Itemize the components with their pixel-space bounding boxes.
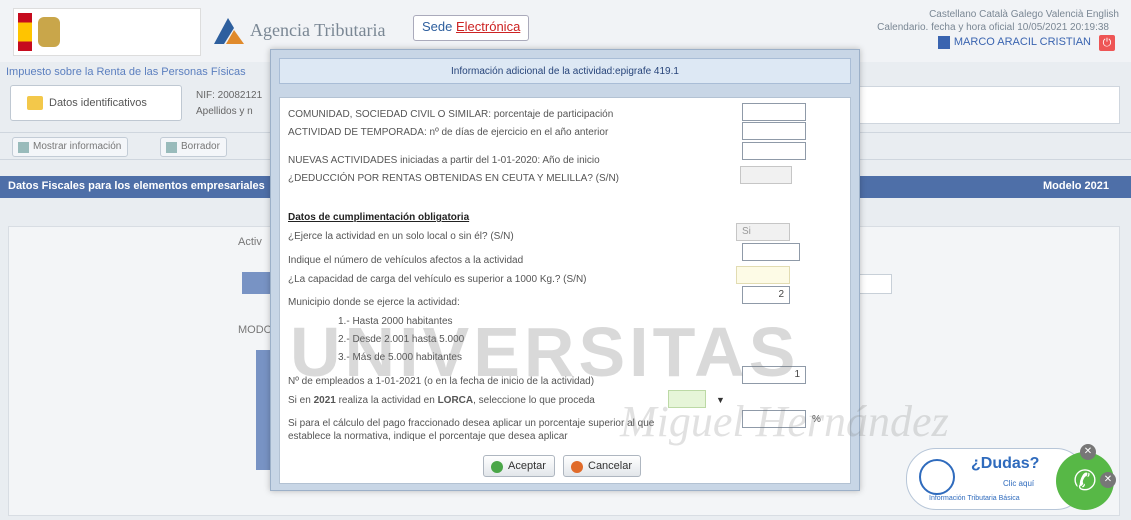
section-bar-model: Modelo 2021 (1042, 180, 1109, 192)
lorca-mid: realiza la actividad en (335, 395, 438, 406)
close-help-icon[interactable]: ✕ (1080, 444, 1096, 460)
sede-link-text: Electrónica (455, 19, 521, 34)
cancel-label: Cancelar (588, 460, 633, 472)
temporada-label: ACTIVIDAD DE TEMPORADA: nº de días de ej… (288, 127, 609, 138)
nif-block: NIF: 20082121 Apellidos y n (196, 88, 262, 120)
municipio-input[interactable]: 2 (742, 286, 790, 304)
lorca-year: 2021 (313, 395, 336, 406)
coat-of-arms-icon (38, 17, 60, 47)
check-icon (491, 461, 503, 473)
accept-label: Aceptar (508, 460, 546, 472)
datos-identificativos-button[interactable]: Datos identificativos (10, 85, 182, 121)
accept-button[interactable]: Aceptar (483, 455, 555, 477)
capacidad-carga-label: ¿La capacidad de carga del vehículo es s… (288, 274, 587, 285)
agency-name[interactable]: Agencia Tributaria (250, 20, 385, 41)
mostrar-informacion-button[interactable]: Mostrar información (12, 137, 129, 157)
deduccion-ceuta-input[interactable] (740, 166, 792, 184)
help-question: ¿Dudas? (971, 455, 1040, 472)
spain-flag-icon (18, 13, 32, 51)
cancel-icon (571, 461, 583, 473)
modo-label: MODO (238, 324, 273, 336)
agency-logo-icon (214, 18, 244, 44)
background-blue-button[interactable] (242, 272, 272, 294)
activ-label: Activ (238, 236, 262, 248)
nuevas-actividades-input[interactable] (742, 142, 806, 160)
lorca-city: LORCA (437, 395, 474, 406)
background-row-markers (256, 350, 270, 470)
close-phone-icon[interactable]: ✕ (1100, 472, 1116, 488)
watermark-text: UNIVERSITAS (290, 313, 800, 391)
logout-icon[interactable]: ⏻ (1099, 35, 1115, 51)
borrador-button[interactable]: Borrador (160, 137, 227, 157)
cancel-button[interactable]: Cancelar (563, 455, 642, 477)
nuevas-actividades-label: NUEVAS ACTIVIDADES iniciadas a partir de… (288, 155, 600, 166)
language-selector[interactable]: Castellano Català Galego Valencià Englis… (929, 9, 1119, 20)
lorca-pre: Si en (288, 395, 314, 406)
apellidos-label: Apellidos y n (196, 106, 253, 117)
deduccion-ceuta-label: ¿DEDUCCIÓN POR RENTAS OBTENIDAS EN CEUTA… (288, 173, 619, 184)
user-name[interactable]: MARCO ARACIL CRISTIAN (937, 36, 1091, 49)
section-bar-title: Datos Fiscales para los elementos empres… (8, 180, 265, 192)
capacidad-carga-input[interactable] (736, 266, 790, 284)
page-subtitle: Impuesto sobre la Renta de las Personas … (6, 66, 246, 78)
fraccionado-label-1: Si para el cálculo del pago fraccionado … (288, 418, 655, 429)
vehiculos-input[interactable] (742, 243, 800, 261)
sede-electronica-link[interactable]: Sede Electrónica (413, 15, 530, 41)
sede-prefix: Sede (422, 19, 456, 34)
watermark-subtext: Miguel Hernández (620, 397, 949, 446)
comunidad-label: COMUNIDAD, SOCIEDAD CIVIL O SIMILAR: por… (288, 109, 614, 120)
section-title: Datos de cumplimentación obligatoria (288, 212, 470, 223)
fraccionado-label-2: establece la normativa, indique el porce… (288, 431, 568, 442)
municipio-label: Municipio donde se ejerce la actividad: (288, 297, 460, 308)
help-click: Clic aquí (1003, 479, 1035, 488)
vehiculos-label: Indique el número de vehículos afectos a… (288, 255, 524, 266)
comunidad-input[interactable] (742, 103, 806, 121)
lorca-label: Si en 2021 realiza la actividad en LORCA… (288, 395, 595, 406)
help-face-icon (919, 459, 955, 495)
solo-local-input[interactable]: Si (736, 223, 790, 241)
government-logo[interactable] (13, 8, 201, 56)
help-info: Información Tributaria Básica (929, 495, 1020, 502)
solo-local-label: ¿Ejerce la actividad en un solo local o … (288, 231, 514, 242)
official-calendar[interactable]: Calendario. fecha y hora oficial 10/05/2… (877, 22, 1109, 33)
background-box (856, 274, 892, 294)
info-panel (858, 86, 1120, 124)
dialog-title: Información adicional de la actividad:ep… (279, 58, 851, 84)
nif-label: NIF: 20082121 (196, 90, 263, 101)
temporada-input[interactable] (742, 122, 806, 140)
lorca-post: , seleccione lo que proceda (473, 395, 595, 406)
